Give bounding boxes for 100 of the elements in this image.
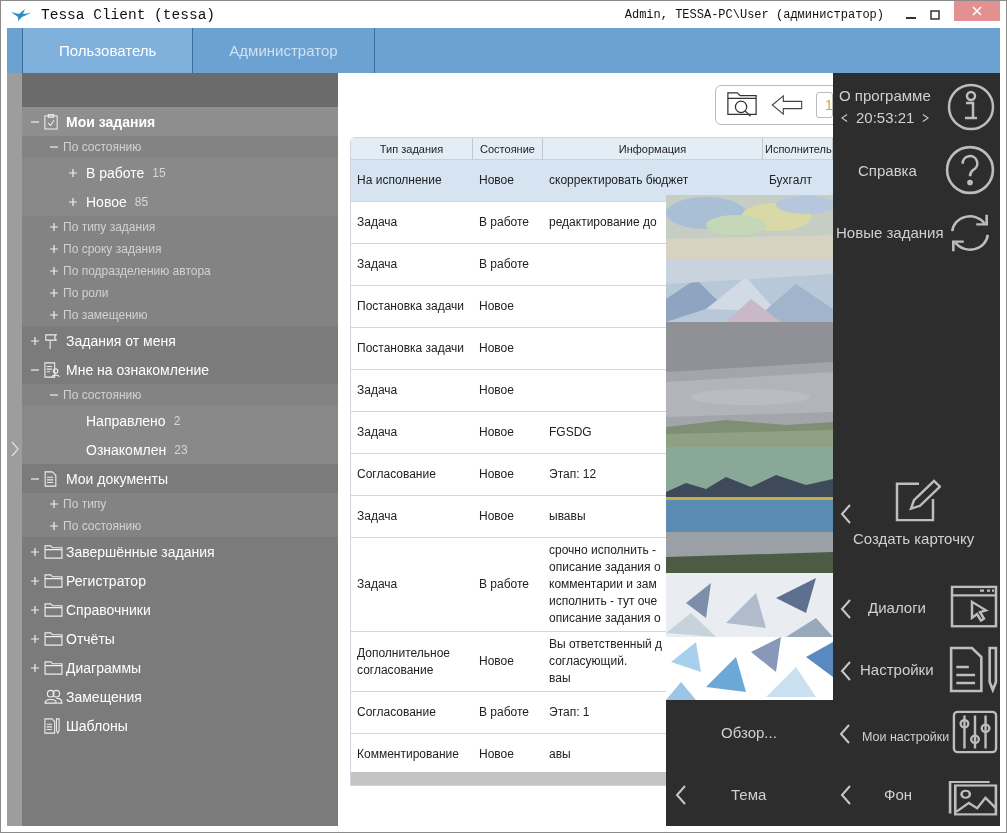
table-cell: FGSDG — [549, 424, 592, 441]
table-cell: Согласование — [357, 466, 436, 483]
plus-icon[interactable] — [49, 288, 59, 298]
pencil-square-icon[interactable] — [893, 478, 941, 524]
table-cell: Новое — [479, 424, 514, 441]
tree-item[interactable]: Регистратор — [22, 566, 338, 595]
tree-item[interactable]: В работе 15 — [22, 158, 338, 187]
bird-logo-icon — [11, 8, 31, 21]
clock-time: 20:53:21 — [856, 109, 915, 126]
tree-item[interactable]: Замещения — [22, 682, 338, 711]
chevron-left-icon[interactable] — [839, 723, 851, 745]
chevron-left-icon[interactable] — [840, 598, 852, 620]
chevron-left-icon[interactable] — [840, 784, 852, 806]
menu-item[interactable]: Справка — [858, 162, 917, 180]
column-header[interactable]: Состояние — [473, 138, 543, 159]
plus-icon[interactable] — [49, 222, 59, 232]
plus-icon[interactable] — [30, 335, 40, 346]
table-row[interactable]: На исполнение Новое скорректировать бюджет Бухгалт — [351, 160, 833, 202]
close-button[interactable] — [954, 1, 1000, 21]
window-cursor-icon[interactable] — [950, 585, 998, 630]
chevron-left-icon[interactable] — [840, 503, 852, 525]
table-cell: В работе — [479, 704, 529, 721]
window-title: Tessa Client (tessa) — [41, 6, 216, 23]
table-cell: Этап: 12 — [549, 466, 597, 483]
table-cell: Новое — [479, 508, 514, 525]
menu-item[interactable]: Фон — [884, 786, 913, 804]
table-cell: Новое — [479, 653, 514, 670]
item-count: 23 — [174, 442, 188, 457]
tree-item[interactable]: Завершённые задания — [22, 537, 338, 566]
table-cell: На исполнение — [357, 172, 442, 189]
plus-icon[interactable] — [49, 521, 59, 531]
menu-item[interactable]: О программе — [839, 87, 931, 105]
menu-item[interactable]: Тема — [731, 786, 767, 804]
table-cell: Новое — [479, 298, 514, 315]
tree-item[interactable]: Отчёты — [22, 624, 338, 653]
tree-item[interactable]: Ознакомлен 23 — [22, 435, 338, 464]
column-header[interactable]: Тип задания — [351, 138, 473, 159]
table-cell: Задача — [357, 508, 398, 525]
plus-icon[interactable] — [49, 310, 59, 320]
table-cell: Новое — [479, 746, 514, 763]
table-cell: авы — [549, 746, 571, 763]
menu-item[interactable]: Новые задания — [836, 224, 944, 242]
menu-item[interactable]: Создать карточку — [853, 530, 975, 548]
item-count: 15 — [152, 165, 166, 180]
back-arrow-icon[interactable] — [770, 94, 804, 116]
close-icon[interactable] — [972, 6, 982, 16]
table-cell: Согласование — [357, 704, 436, 721]
tree-item[interactable]: Справочники — [22, 595, 338, 624]
document-pencil-icon[interactable] — [948, 645, 998, 693]
sliders-icon[interactable] — [952, 710, 998, 754]
plus-icon[interactable] — [30, 546, 40, 557]
document-person-icon — [44, 361, 60, 378]
plus-icon[interactable] — [49, 266, 59, 276]
table-cell: Этап: 1 — [549, 704, 590, 721]
plus-icon[interactable] — [30, 575, 40, 586]
chevron-left-icon[interactable] — [840, 660, 852, 682]
tree-item[interactable]: Направлено 2 — [22, 406, 338, 435]
tree-item[interactable]: Шаблоны — [22, 711, 338, 740]
folder-icon — [44, 544, 63, 559]
tree-item[interactable]: Мне на ознакомление — [22, 355, 338, 384]
plus-icon[interactable] — [49, 244, 59, 254]
table-cell: редактирование до — [549, 214, 657, 231]
plus-icon[interactable] — [30, 662, 40, 673]
clipboard-check-icon — [44, 113, 58, 130]
menu-item[interactable]: Настройки — [860, 661, 934, 679]
table-cell: Постановка задачи — [357, 340, 465, 357]
table-cell: Задача — [357, 256, 398, 273]
table-cell: срочно исполнить - описание задания о комментарии и зам исполнить - тут оче описание задания о — [549, 542, 661, 627]
tree-item[interactable]: Мои документы — [22, 464, 338, 493]
help-icon[interactable] — [945, 145, 995, 195]
user-info: Admin, TESSA-PC\User (администратор) — [624, 7, 884, 22]
tree-item[interactable]: Новое 85 — [22, 187, 338, 216]
item-count: 85 — [134, 194, 149, 209]
tree-item[interactable]: Диаграммы — [22, 653, 338, 682]
plus-icon[interactable] — [68, 167, 78, 178]
chevron-right-icon[interactable] — [922, 112, 930, 123]
plus-icon[interactable] — [68, 196, 78, 207]
plus-icon[interactable] — [30, 604, 40, 615]
plus-icon[interactable] — [49, 499, 59, 509]
table-cell: Задача — [357, 424, 398, 441]
chevron-left-icon[interactable] — [675, 784, 687, 806]
menu-item[interactable]: Диалоги — [868, 599, 926, 617]
item-count: 2 — [173, 413, 181, 428]
chevron-left-icon[interactable] — [841, 112, 848, 123]
maximize-icon[interactable] — [930, 9, 940, 20]
table-cell: Новое — [479, 466, 514, 483]
table-cell: В работе — [479, 214, 529, 231]
signpost-icon — [44, 332, 58, 349]
folder-icon — [44, 602, 63, 617]
people-icon — [44, 689, 63, 704]
plus-icon[interactable] — [30, 633, 40, 644]
folder-icon — [44, 660, 63, 675]
table-cell: В работе — [479, 256, 529, 273]
info-icon[interactable] — [947, 83, 995, 131]
table-cell: Постановка задачи — [357, 298, 465, 315]
column-header[interactable]: Информация — [543, 138, 763, 159]
menu-item[interactable]: Мои настройки — [862, 728, 950, 746]
table-cell: Комментирование — [357, 746, 459, 763]
tree-item[interactable]: Задания от меня — [22, 326, 338, 355]
table-cell: Новое — [479, 172, 514, 189]
